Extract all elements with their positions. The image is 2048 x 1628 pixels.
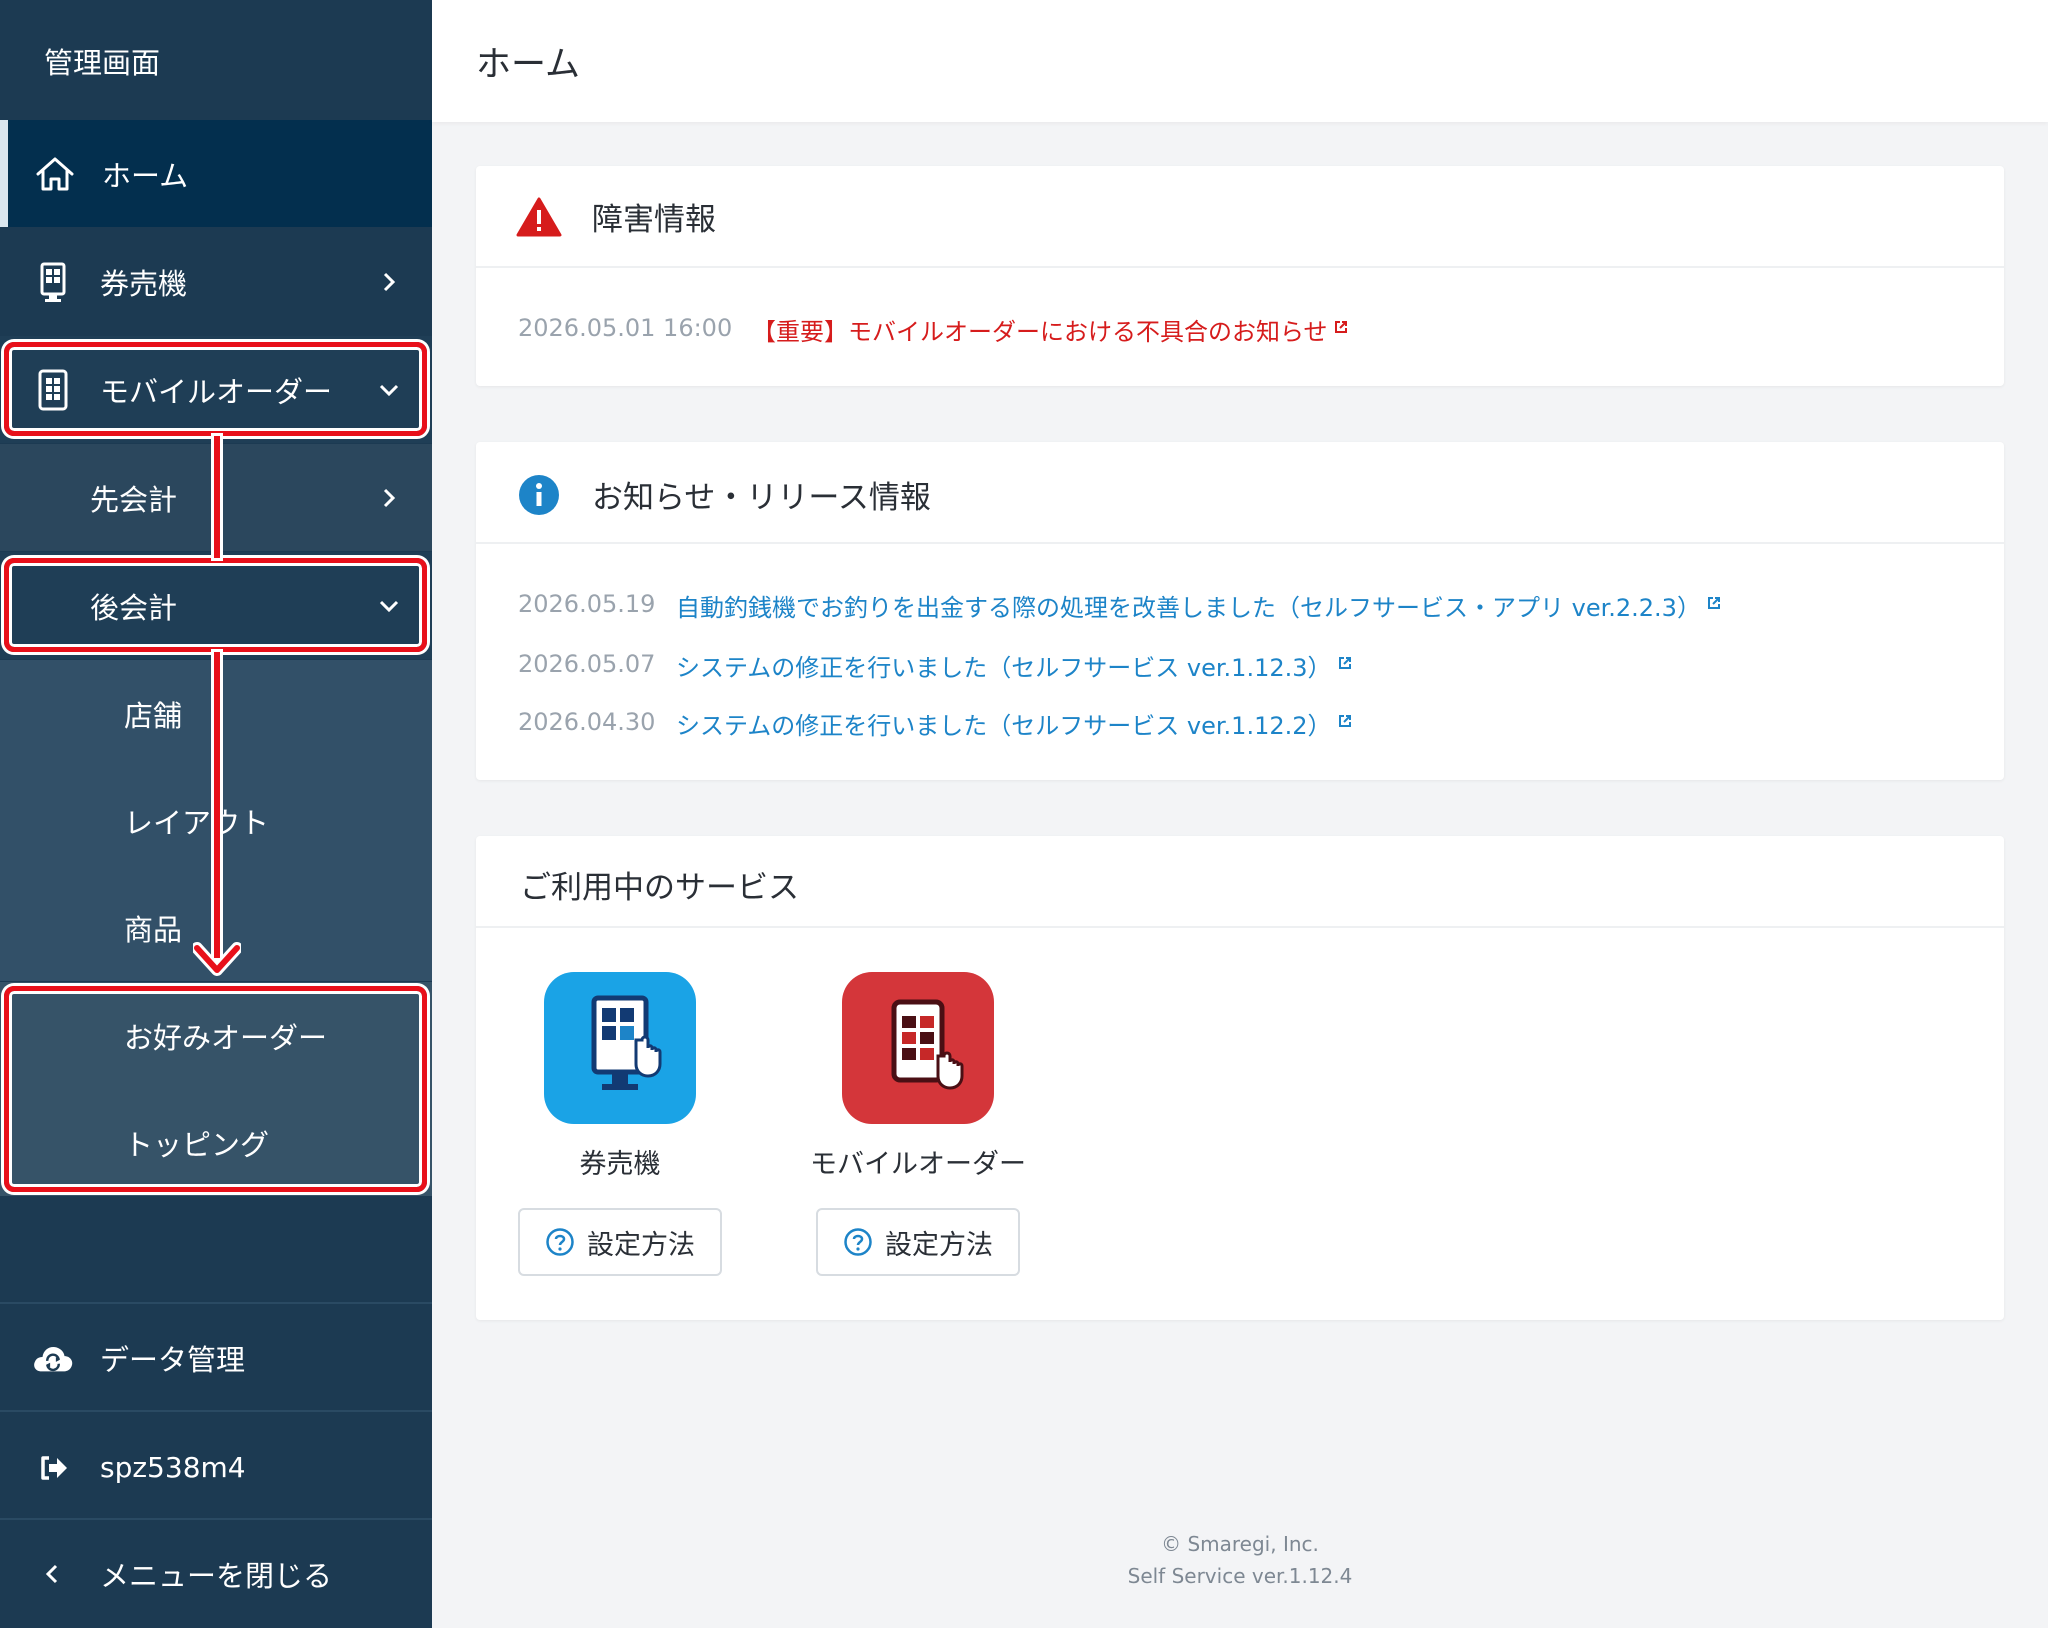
connector-line (214, 436, 220, 558)
external-link-icon (1338, 715, 1351, 727)
card-title: お知らせ・リリース情報 (592, 480, 931, 516)
connector-line (214, 652, 220, 958)
service-name: モバイルオーダー (810, 1149, 1026, 1180)
footer-version: Self Service ver.1.12.4 (1127, 1564, 1353, 1588)
highlight-postpay (4, 558, 427, 652)
help-icon (844, 1228, 872, 1256)
kiosk-service-icon[interactable] (544, 972, 696, 1124)
news-date: 2026.04.30 (518, 708, 656, 736)
account-name: spz538m4 (100, 1451, 246, 1484)
external-link-icon (1707, 597, 1720, 609)
chevron-left-icon (32, 1553, 74, 1595)
home-icon (34, 153, 76, 195)
highlight-custom-order-topping (4, 986, 427, 1192)
sidebar-item-label: レイアウト (124, 805, 270, 840)
button-label: 設定方法 (885, 1229, 993, 1261)
kiosk-setup-button[interactable]: 設定方法 (518, 1208, 722, 1276)
button-label: 設定方法 (587, 1229, 695, 1261)
incident-date: 2026.05.01 16:00 (518, 314, 733, 342)
incident-card: 障害情報 2026.05.01 16:00 【重要】モバイルオーダーにおける不具… (476, 166, 2004, 386)
news-link[interactable]: 自動釣銭機でお釣りを出金する際の処理を改善しました（セルフサービス・アプリ ve… (676, 588, 1721, 623)
sidebar-item-account[interactable]: spz538m4 (0, 1414, 432, 1521)
logout-icon (32, 1447, 74, 1489)
external-link-icon (1334, 321, 1347, 333)
arrow-down-icon (193, 942, 241, 976)
card-header: ご利用中のサービス (476, 836, 2004, 928)
service-name: 券売機 (579, 1149, 661, 1180)
sidebar-title: 管理画面 (44, 46, 161, 80)
mobile-order-setup-button[interactable]: 設定方法 (816, 1208, 1020, 1276)
cloud-sync-icon (32, 1337, 74, 1379)
news-link-text: システムの修正を行いました（セルフサービス ver.1.12.3） (676, 654, 1332, 682)
page-title: ホーム (476, 45, 580, 85)
sidebar-item-label: 商品 (124, 912, 183, 947)
sidebar-item-label: ホーム (102, 158, 189, 193)
news-link[interactable]: システムの修正を行いました（セルフサービス ver.1.12.2） (676, 706, 1352, 741)
external-link-icon (1338, 657, 1351, 669)
news-date: 2026.05.07 (518, 650, 656, 678)
sidebar-item-label: 券売機 (100, 266, 188, 301)
warning-icon (516, 197, 562, 237)
sidebar-item-label: 店舗 (124, 698, 183, 733)
incident-link-text: 【重要】モバイルオーダーにおける不具合のお知らせ (752, 318, 1328, 346)
footer-copyright: © Smaregi, Inc. (1161, 1532, 1319, 1556)
sidebar-item-label: メニューを閉じる (100, 1558, 333, 1593)
sidebar-item-kiosk[interactable]: 券売機 (0, 228, 432, 335)
chevron-right-icon (383, 488, 396, 507)
incident-link[interactable]: 【重要】モバイルオーダーにおける不具合のお知らせ (752, 312, 1348, 347)
sidebar-item-label: 先会計 (90, 482, 178, 517)
mobile-order-service-icon[interactable] (842, 972, 994, 1124)
card-header: 障害情報 (476, 166, 2004, 268)
sidebar-item-label: データ管理 (100, 1342, 246, 1377)
top-bar: ホーム (432, 0, 2048, 122)
info-icon (519, 475, 559, 515)
news-link[interactable]: システムの修正を行いました（セルフサービス ver.1.12.3） (676, 648, 1352, 683)
sidebar-divider (0, 1410, 432, 1412)
news-card: お知らせ・リリース情報 2026.05.19 自動釣銭機でお釣りを出金する際の処… (476, 442, 2004, 780)
news-date: 2026.05.19 (518, 590, 656, 618)
chevron-right-icon (383, 272, 396, 291)
services-card: ご利用中のサービス 券売機 設定方法 モバイルオーダー 設定方法 (476, 836, 2004, 1320)
news-link-text: システムの修正を行いました（セルフサービス ver.1.12.2） (676, 712, 1332, 740)
card-header: お知らせ・リリース情報 (476, 442, 2004, 544)
card-title: ご利用中のサービス (520, 870, 799, 906)
help-icon (546, 1228, 574, 1256)
sidebar-item-data-management[interactable]: データ管理 (0, 1304, 432, 1411)
kiosk-icon (32, 261, 74, 303)
card-title: 障害情報 (592, 202, 716, 238)
sidebar-close-menu[interactable]: メニューを閉じる (0, 1520, 432, 1627)
news-link-text: 自動釣銭機でお釣りを出金する際の処理を改善しました（セルフサービス・アプリ ve… (676, 594, 1701, 622)
highlight-mobile-order (4, 342, 427, 436)
sidebar-item-home[interactable]: ホーム (0, 120, 432, 227)
